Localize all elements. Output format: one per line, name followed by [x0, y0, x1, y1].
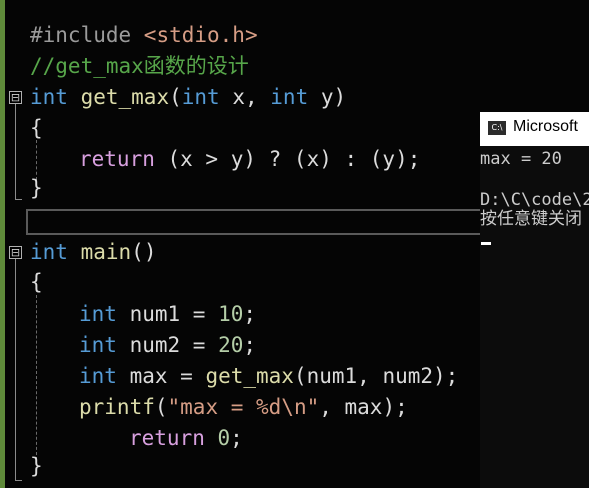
statement-text: num2 =	[116, 333, 219, 357]
punctuation: ()	[131, 240, 157, 264]
string-literal: "max = %d\n"	[167, 395, 320, 419]
number-literal: 0	[217, 426, 231, 450]
console-app-icon: C:\	[488, 121, 506, 135]
punctuation: ;	[230, 426, 243, 450]
console-output-line: 按任意键关闭	[480, 209, 582, 229]
code-line[interactable]: }	[30, 452, 43, 480]
code-line[interactable]: return 0;	[129, 424, 243, 452]
code-line[interactable]: return (x > y) ? (x) : (y);	[79, 145, 420, 173]
brace: {	[30, 116, 43, 140]
code-line[interactable]: int main()	[30, 238, 156, 266]
fold-region-line	[15, 104, 16, 200]
current-line-highlight	[26, 209, 486, 235]
keyword: int	[79, 333, 117, 357]
brace: {	[30, 270, 43, 294]
fold-end-marker	[15, 199, 22, 200]
code-line[interactable]: {	[30, 268, 43, 296]
console-cursor	[481, 242, 491, 245]
expression: (x > y) ? (x) : (y);	[154, 147, 421, 171]
include-path: <stdio.h>	[143, 23, 258, 47]
console-output-line: max = 20	[480, 149, 562, 169]
indent-guide	[36, 295, 37, 460]
statement-text: (num1, num2);	[293, 364, 459, 388]
keyword: int	[79, 302, 117, 326]
code-line[interactable]: printf("max = %d\n", max);	[79, 393, 408, 421]
function-call: printf	[79, 395, 155, 419]
keyword: int	[79, 364, 117, 388]
keyword: int	[30, 85, 68, 109]
code-line[interactable]: int max = get_max(num1, num2);	[79, 362, 458, 390]
collapse-icon[interactable]: ⊟	[9, 246, 22, 259]
function-name: main	[80, 240, 132, 264]
punctuation: (	[154, 395, 168, 419]
console-title-bar[interactable]: C:\ Microsoft	[480, 112, 589, 146]
punctuation: (	[169, 85, 182, 109]
parameter-text: x,	[219, 85, 271, 109]
statement-text: , max);	[319, 395, 408, 419]
fold-end-marker	[15, 480, 22, 481]
change-indicator-bar	[0, 0, 5, 488]
number-literal: 10	[218, 302, 244, 326]
keyword-return: return	[79, 147, 155, 171]
statement-text: max =	[116, 364, 206, 388]
console-window[interactable]: C:\ Microsoft max = 20 D:\C\code\2 按任意键关…	[480, 112, 589, 488]
console-title: Microsoft	[513, 118, 578, 135]
code-line[interactable]: {	[30, 114, 43, 142]
fold-region-line	[15, 259, 16, 481]
code-line[interactable]: int num1 = 10;	[79, 300, 256, 328]
punctuation: ;	[243, 333, 257, 357]
punctuation: ;	[243, 302, 257, 326]
preprocessor-directive: #include	[30, 23, 144, 47]
function-call: get_max	[205, 364, 294, 388]
brace: }	[30, 176, 43, 200]
collapse-icon[interactable]: ⊟	[9, 91, 22, 104]
code-line[interactable]: #include <stdio.h>	[30, 21, 258, 49]
code-line[interactable]: int get_max(int x, int y)	[30, 83, 346, 111]
number-literal: 20	[218, 333, 244, 357]
parameter-text: y)	[308, 85, 347, 109]
code-line[interactable]: //get_max函数的设计	[30, 52, 249, 80]
code-line[interactable]: }	[30, 174, 43, 202]
keyword-return: return	[129, 426, 205, 450]
comment: //get_max函数的设计	[30, 54, 249, 78]
statement-text: num1 =	[116, 302, 219, 326]
function-name: get_max	[80, 85, 170, 109]
code-line[interactable]: int num2 = 20;	[79, 331, 256, 359]
keyword: int	[270, 85, 309, 109]
brace: }	[30, 454, 43, 478]
keyword: int	[181, 85, 220, 109]
keyword: int	[30, 240, 68, 264]
